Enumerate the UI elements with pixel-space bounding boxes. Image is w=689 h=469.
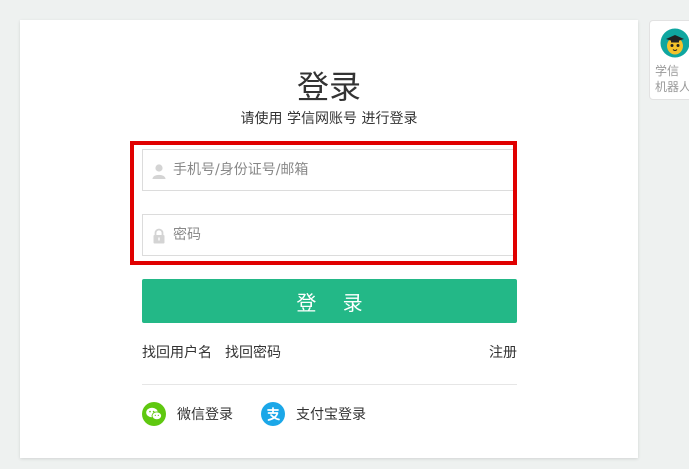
login-subtitle: 请使用 学信网账号 进行登录 xyxy=(240,111,418,127)
robot-label-line1: 学信 xyxy=(655,64,680,78)
highlight-annotation-box xyxy=(130,141,517,265)
page-title: 登录 xyxy=(296,68,361,106)
robot-label-line2: 机器人 xyxy=(655,80,689,94)
find-username-link[interactable]: 找回用户名 xyxy=(142,342,212,362)
login-card: 登录 请使用 学信网账号 进行登录 登 录 找回用户名 找回密码 注册 xyxy=(20,20,638,458)
divider xyxy=(142,384,517,385)
robot-assistant-button[interactable]: 学信 机器人 xyxy=(649,20,689,100)
wechat-icon xyxy=(142,402,166,426)
login-button[interactable]: 登 录 xyxy=(142,279,517,323)
wechat-login-button[interactable]: 微信登录 xyxy=(142,401,233,427)
wechat-login-label: 微信登录 xyxy=(177,407,233,423)
alipay-icon xyxy=(261,402,285,426)
alipay-login-label: 支付宝登录 xyxy=(296,407,366,423)
find-password-link[interactable]: 找回密码 xyxy=(225,342,281,362)
alipay-login-button[interactable]: 支付宝登录 xyxy=(261,401,366,427)
robot-label: 学信 机器人 xyxy=(655,63,689,95)
register-link[interactable]: 注册 xyxy=(489,342,517,362)
robot-avatar-icon xyxy=(660,28,689,58)
